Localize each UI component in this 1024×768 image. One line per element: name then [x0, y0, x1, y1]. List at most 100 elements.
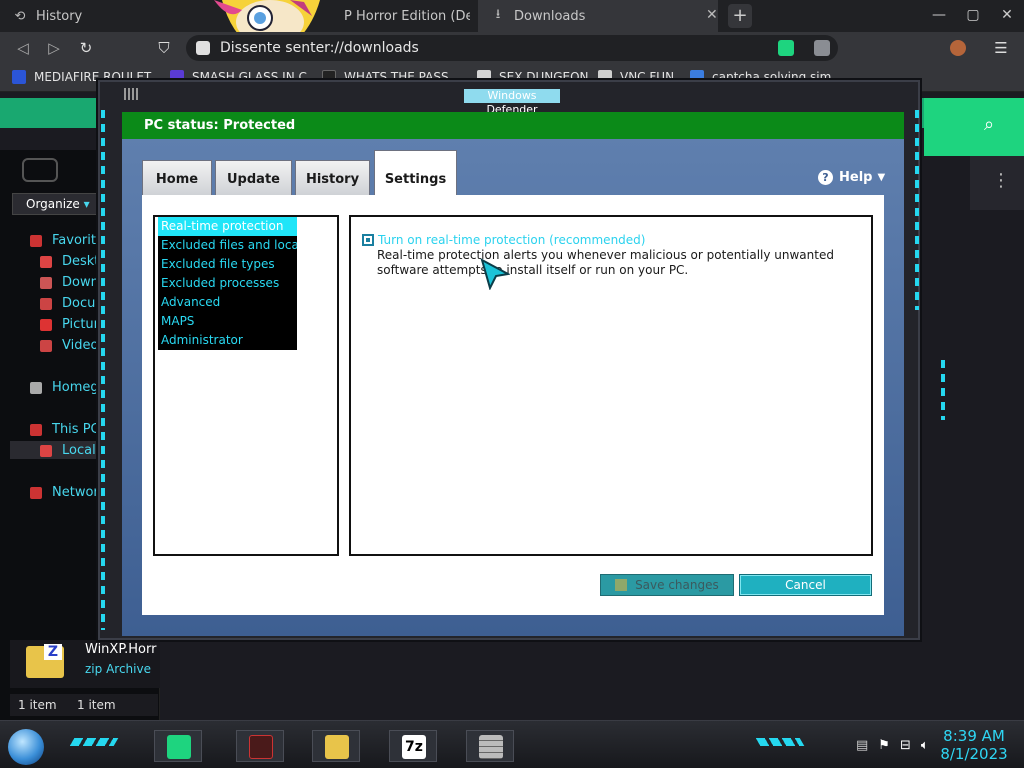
zip-archive-icon: Z	[26, 644, 64, 678]
page-search-button[interactable]: ⌕	[924, 98, 1024, 156]
address-text: Dissente senter://downloads	[220, 40, 419, 56]
explorer-nav-item[interactable]: Network	[30, 485, 106, 500]
explorer-nav-item[interactable]: This PC	[30, 422, 100, 437]
tab-history[interactable]: ⟲ History	[0, 0, 230, 32]
explorer-status-bar: 1 item 1 item selected	[10, 694, 158, 734]
folder-icon	[40, 444, 52, 457]
folder-icon	[40, 297, 52, 310]
search-icon: ⌕	[984, 114, 995, 135]
clock-date: 8/1/2023	[940, 745, 1008, 763]
file-name: WinXP.Horr	[85, 642, 157, 657]
frame-decoration-right-2	[941, 360, 945, 420]
browser-toolbar: ◁ ▷ ↻ ⛉ Dissente senter://downloads ☰	[0, 32, 1024, 64]
taskbar-app-wall[interactable]	[466, 730, 514, 762]
folder-icon	[40, 318, 52, 331]
nav-maps[interactable]: MAPS	[158, 312, 297, 331]
menu-icon[interactable]: ☰	[990, 38, 1012, 58]
minimize-button[interactable]: —	[922, 0, 956, 32]
explorer-hex-icon	[22, 158, 58, 182]
nav-excluded-files[interactable]: Excluded files and locat...	[158, 236, 297, 255]
file-type: zip Archive	[85, 662, 151, 676]
nav-administrator[interactable]: Administrator	[158, 331, 297, 350]
nav-real-time-protection[interactable]: Real-time protection	[158, 217, 297, 236]
tab-update[interactable]: Update	[215, 160, 292, 196]
folder-icon	[30, 381, 42, 394]
site-info-icon[interactable]	[196, 41, 210, 55]
tab-history[interactable]: History	[295, 160, 370, 196]
help-menu[interactable]: ? Help ▼	[818, 170, 885, 185]
nav-advanced[interactable]: Advanced	[158, 293, 297, 312]
settings-nav-list: Real-time protection Excluded files and …	[158, 217, 297, 350]
page-more-button[interactable]: ⋮	[970, 156, 1024, 210]
browser-tab-bar: ⟲ History P Horror Edition (Destr ⭳ Down…	[0, 0, 1024, 32]
taskbar-app-chat[interactable]	[154, 730, 202, 762]
explorer-nav-item[interactable]: Videos	[40, 338, 105, 353]
tab-downloads[interactable]: ⭳ Downloads	[478, 0, 718, 32]
taskbar-app-red[interactable]	[236, 730, 284, 762]
pc-status-bar: PC status: Protected	[122, 112, 904, 139]
back-icon[interactable]: ◁	[12, 38, 34, 58]
nav-excluded-processes[interactable]: Excluded processes	[158, 274, 297, 293]
taskbar-app-explorer[interactable]	[312, 730, 360, 762]
forward-icon[interactable]: ▷	[43, 38, 65, 58]
real-time-protection-checkbox[interactable]	[362, 234, 374, 246]
system-tray: ▤ ⚑ ⊟ 🔈︎	[856, 738, 929, 753]
7zip-icon: 7z	[402, 735, 426, 759]
tab-home[interactable]: Home	[142, 160, 212, 196]
tab-horror-edition[interactable]: P Horror Edition (Destr	[320, 0, 470, 32]
cancel-button[interactable]: Cancel	[739, 574, 872, 596]
folder-icon	[30, 423, 42, 436]
frame-decoration-left	[101, 110, 105, 630]
green-chat-icon	[167, 735, 191, 759]
tab-downloads-label: Downloads	[514, 8, 586, 24]
network-icon[interactable]: ⊟	[900, 738, 911, 753]
folder-icon	[40, 276, 52, 289]
new-tab-button[interactable]: +	[728, 4, 752, 28]
shield-extension-icon[interactable]	[814, 40, 830, 56]
chevron-down-icon: ▾	[83, 197, 90, 211]
explorer-nav-label: This PC	[52, 422, 100, 437]
organize-button[interactable]: Organize ▾	[12, 193, 100, 215]
file-explorer-icon	[325, 735, 349, 759]
brick-wall-icon	[479, 735, 503, 759]
mouse-cursor-icon	[480, 257, 512, 293]
show-desktop-icon[interactable]: ▤	[856, 738, 868, 753]
folder-icon	[30, 234, 42, 247]
reload-icon[interactable]: ↻	[75, 38, 97, 58]
close-window-button[interactable]: ✕	[990, 0, 1024, 32]
volume-icon[interactable]: 🔈︎	[921, 738, 929, 753]
real-time-protection-description: Real-time protection alerts you whenever…	[377, 248, 834, 277]
profile-avatar[interactable]	[950, 40, 966, 56]
taskbar-clock[interactable]: 8:39 AM 8/1/2023	[934, 727, 1014, 763]
start-button[interactable]	[8, 729, 44, 765]
help-icon: ?	[818, 170, 833, 185]
clock-time: 8:39 AM	[943, 727, 1005, 745]
tab-history-label: History	[36, 8, 83, 24]
tab-horror-label: P Horror Edition (Destr	[344, 8, 470, 24]
mediafire-icon	[12, 70, 26, 84]
maximize-button[interactable]: ▢	[956, 0, 990, 32]
real-time-protection-label[interactable]: Turn on real-time protection (recommende…	[378, 233, 645, 247]
save-changes-button[interactable]: Save changes	[600, 574, 734, 596]
folder-icon	[40, 339, 52, 352]
flag-icon[interactable]: ⚑	[878, 738, 890, 753]
nav-excluded-file-types[interactable]: Excluded file types	[158, 255, 297, 274]
shield-icon	[615, 579, 628, 591]
green-extension-icon[interactable]	[778, 40, 794, 56]
window-title: Windows Defender	[464, 89, 560, 116]
download-icon: ⭳	[495, 7, 501, 22]
help-label: Help	[839, 170, 873, 185]
history-icon: ⟲	[14, 8, 26, 24]
tab-close-icon[interactable]: ✕	[706, 7, 718, 23]
taskbar-decoration-right	[755, 738, 805, 746]
taskbar-app-7zip[interactable]: 7z	[389, 730, 437, 762]
window-controls: — ▢ ✕	[922, 0, 1024, 32]
tab-settings[interactable]: Settings	[374, 150, 457, 196]
caret-down-icon: ▼	[877, 172, 886, 183]
bookmark-icon[interactable]: ⛉	[153, 38, 175, 58]
organize-label: Organize	[26, 197, 80, 211]
item-count: 1 item	[18, 698, 57, 712]
taskbar-decoration-left	[69, 738, 119, 746]
address-bar[interactable]: Dissente senter://downloads	[186, 35, 838, 61]
folder-icon	[30, 486, 42, 499]
